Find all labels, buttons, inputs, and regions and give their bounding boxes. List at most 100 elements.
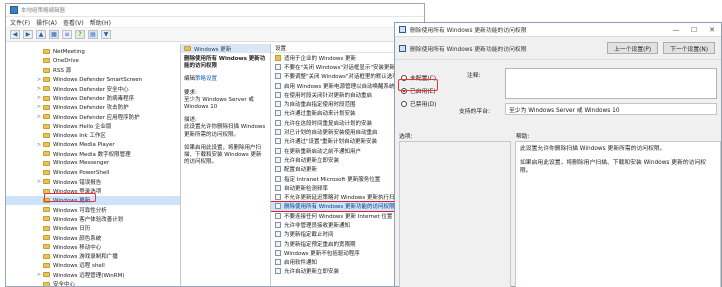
tree-item[interactable]: OneDrive [6, 56, 180, 65]
dialog-header: 删除使用所有 Windows 更新功能的访问权限 上一个设置(P) 下一个设置(… [395, 38, 721, 60]
properties-icon[interactable]: ▤ [88, 30, 98, 39]
setting-label: 允许非管理员接收更新通知 [284, 222, 351, 229]
expand-arrow-icon[interactable]: > [36, 272, 42, 278]
expand-arrow-icon[interactable]: > [36, 86, 42, 92]
tree-item[interactable]: NetMeeting [6, 47, 180, 56]
folder-icon [43, 67, 50, 73]
radio-disabled-dot[interactable] [401, 100, 407, 107]
radio-enabled-dot[interactable] [401, 87, 407, 94]
tree-item[interactable]: Windows 颜色系统 [6, 233, 180, 242]
tree-item[interactable]: Windows Messenger [6, 159, 180, 168]
expand-arrow-icon[interactable]: > [36, 114, 42, 120]
nav-buttons: 上一个设置(P) 下一个设置(N) [607, 42, 715, 54]
comment-field[interactable] [505, 68, 717, 99]
tree-item[interactable]: Windows 客户体验改善计划 [6, 214, 180, 223]
supported-on-label: 支持的平台: [459, 109, 490, 115]
tree-item-label: Windows 错误报告 [53, 179, 102, 186]
tree-item[interactable]: > Windows Defender 应用程序防护 [6, 112, 180, 121]
setting-label: 指定 Intranet Microsoft 更新服务位置 [284, 176, 381, 183]
close-icon[interactable]: ✕ [703, 23, 721, 36]
tree-item[interactable]: > Windows Media Player [6, 140, 180, 149]
folder-icon [43, 114, 50, 120]
policy-tree[interactable]: NetMeeting OneDrive RSS 源 > Windows Defender… [6, 44, 181, 286]
expand-arrow-icon[interactable]: > [36, 104, 42, 110]
menu-action[interactable]: 操作(A) [36, 18, 57, 27]
tree-item[interactable]: Windows Hello 企业版 [6, 121, 180, 130]
folder-icon [43, 272, 50, 278]
expand-arrow-icon[interactable]: > [36, 142, 42, 148]
tree-item[interactable]: > Windows 远程管理(WinRM) [6, 270, 180, 279]
export-list-icon[interactable]: ≡ [62, 30, 72, 39]
menu-view[interactable]: 查看(V) [63, 18, 84, 27]
editor-panes: NetMeeting OneDrive RSS 源 > Windows Defender… [6, 44, 424, 286]
tree-item[interactable]: Windows 远程 shell [6, 261, 180, 270]
tree-item-label: NetMeeting [53, 48, 85, 55]
tree-item[interactable]: Windows PowerShell [6, 168, 180, 177]
expand-arrow-icon[interactable]: > [36, 95, 42, 101]
filter-icon[interactable]: ▼ [101, 30, 111, 39]
minimize-icon[interactable]: — [667, 23, 685, 36]
up-folder-icon[interactable]: ▲ [36, 30, 46, 39]
title-bar: 本地组策略编辑器 [6, 4, 424, 17]
maximize-icon[interactable]: ☐ [685, 23, 703, 36]
tree-item[interactable]: > Windows Defender SmartScreen [6, 75, 180, 84]
folder-icon [43, 225, 50, 231]
tree-item[interactable]: Windows 更新 [6, 195, 180, 206]
expand-arrow-icon[interactable]: > [36, 77, 42, 83]
folder-icon [43, 281, 50, 286]
show-hide-tree-icon[interactable]: ▦ [49, 30, 59, 39]
setting-label: 不要调整"关闭 Windows"对话框里的默认选项 [284, 74, 398, 81]
tree-item[interactable]: Windows 日历 [6, 224, 180, 233]
menu-help[interactable]: 帮助(H) [90, 18, 111, 27]
menu-file[interactable]: 文件(F) [10, 18, 30, 27]
tree-item[interactable]: Windows 游戏录制和广播 [6, 252, 180, 261]
back-icon[interactable]: ◀ [10, 30, 20, 39]
policy-setting-icon [275, 259, 281, 266]
policy-title: 删除使用所有 Windows 更新功能的访问权限 [184, 56, 266, 70]
description-text-2: 如果启用此设置，将删除用户扫描、下载和安装 Windows 更新的访问权限。 [184, 144, 262, 166]
tree-item-label: Windows 可靠性分析 [53, 207, 107, 214]
radio-disabled[interactable]: 已禁用(D) [401, 97, 461, 110]
expand-arrow-icon[interactable]: > [36, 179, 42, 185]
description-header: Windows 更新 [181, 44, 270, 53]
tree-item[interactable]: Windows Ink 工作区 [6, 131, 180, 140]
folder-icon [43, 142, 50, 148]
app-icon [10, 6, 18, 14]
tree-item[interactable]: Windows 移动中心 [6, 242, 180, 251]
radio-not-configured-label: 未配置(C) [410, 76, 436, 82]
tree-item-label: Windows 日历 [53, 226, 91, 233]
policy-setting-icon [275, 138, 281, 145]
setting-label: 不允许更新延迟策略对 Windows 更新执行扫描 [284, 195, 401, 202]
folder-icon [275, 54, 281, 61]
folder-icon [43, 95, 50, 101]
radio-enabled[interactable]: 已启用(E) [401, 84, 461, 97]
folder-icon [43, 160, 50, 166]
tree-item[interactable]: Windows 登录选项 [6, 186, 180, 195]
radio-not-configured-dot[interactable] [401, 74, 407, 81]
folder-icon [43, 197, 50, 203]
tree-item[interactable]: 安全中心 [6, 279, 180, 286]
tree-item[interactable]: > Windows Defender 防病毒程序 [6, 93, 180, 102]
tree-item[interactable]: Windows Media 数字权限管理 [6, 149, 180, 158]
folder-icon [43, 151, 50, 157]
policy-setting-icon [275, 231, 281, 238]
prev-setting-button[interactable]: 上一个设置(P) [607, 42, 659, 54]
tree-item-label: Windows Defender 安全中心 [53, 86, 129, 93]
tree-item[interactable]: RSS 源 [6, 66, 180, 75]
tree-item[interactable]: Windows 可靠性分析 [6, 205, 180, 214]
folder-icon [43, 253, 50, 259]
setting-icon [399, 45, 406, 52]
policy-setting-icon [275, 110, 281, 117]
tree-item[interactable]: > Windows 错误报告 [6, 177, 180, 186]
edit-policy-link[interactable]: 策略设置 [195, 76, 217, 82]
next-setting-button[interactable]: 下一个设置(N) [663, 42, 715, 54]
help-text-1: 此设置允许你删除扫描 Windows 更新所需的访问权限。 [520, 146, 666, 152]
policy-setting-icon [275, 249, 281, 256]
tree-item[interactable]: > Windows Defender 攻击防护 [6, 103, 180, 112]
setting-label: Windows 更新不包括驱动程序 [284, 250, 360, 257]
help-icon[interactable]: ? [75, 30, 85, 39]
radio-not-configured[interactable]: 未配置(C) [401, 71, 461, 84]
forward-icon[interactable]: ▶ [23, 30, 33, 39]
tree-item[interactable]: > Windows Defender 安全中心 [6, 84, 180, 93]
tree-item-label: Windows 客户体验改善计划 [53, 216, 124, 223]
